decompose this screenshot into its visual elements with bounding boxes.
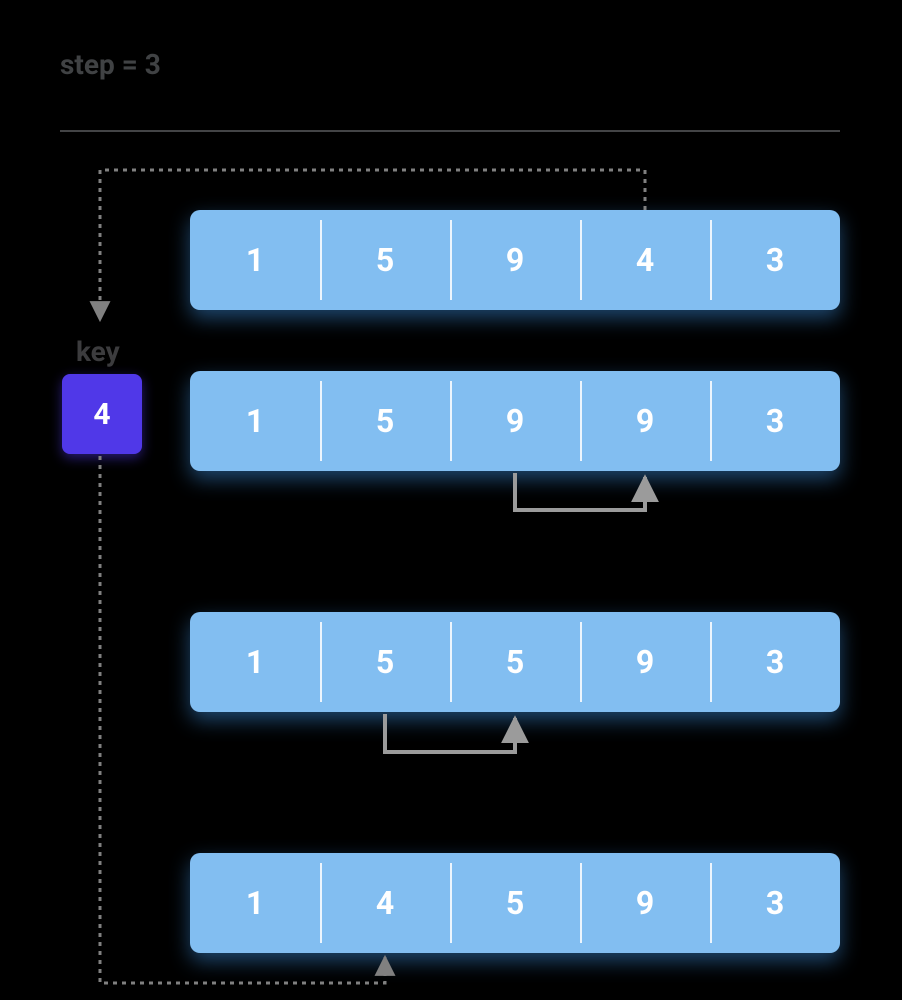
array-cell: 9 [580,612,710,712]
array-cell: 3 [710,853,840,953]
array-cell: 4 [320,853,450,953]
array-cell: 1 [190,612,320,712]
array-cell: 5 [320,371,450,471]
array-cell: 5 [320,612,450,712]
array-cell: 5 [450,853,580,953]
divider [60,130,840,132]
array-cell: 9 [450,371,580,471]
array-cell: 9 [580,371,710,471]
array-cell: 3 [710,612,840,712]
diagram-root: step = 3 key 4 1 5 9 4 3 1 5 9 9 3 1 5 5… [0,0,902,1000]
array-row-4: 1 4 5 9 3 [190,853,840,953]
array-cell: 9 [450,210,580,310]
array-cell: 9 [580,853,710,953]
arrows-overlay [0,0,902,1000]
array-cell: 1 [190,210,320,310]
key-value: 4 [93,397,110,432]
array-cell: 1 [190,371,320,471]
array-cell: 4 [580,210,710,310]
key-label: key [76,335,120,368]
array-row-3: 1 5 5 9 3 [190,612,840,712]
array-cell: 5 [450,612,580,712]
shift-arrow-row3 [385,714,515,752]
array-cell: 3 [710,210,840,310]
array-row-2: 1 5 9 9 3 [190,371,840,471]
array-cell: 5 [320,210,450,310]
key-box: 4 [62,374,142,454]
step-label: step = 3 [60,48,161,81]
array-row-1: 1 5 9 4 3 [190,210,840,310]
array-cell: 1 [190,853,320,953]
shift-arrow-row2 [515,473,645,510]
array-cell: 3 [710,371,840,471]
